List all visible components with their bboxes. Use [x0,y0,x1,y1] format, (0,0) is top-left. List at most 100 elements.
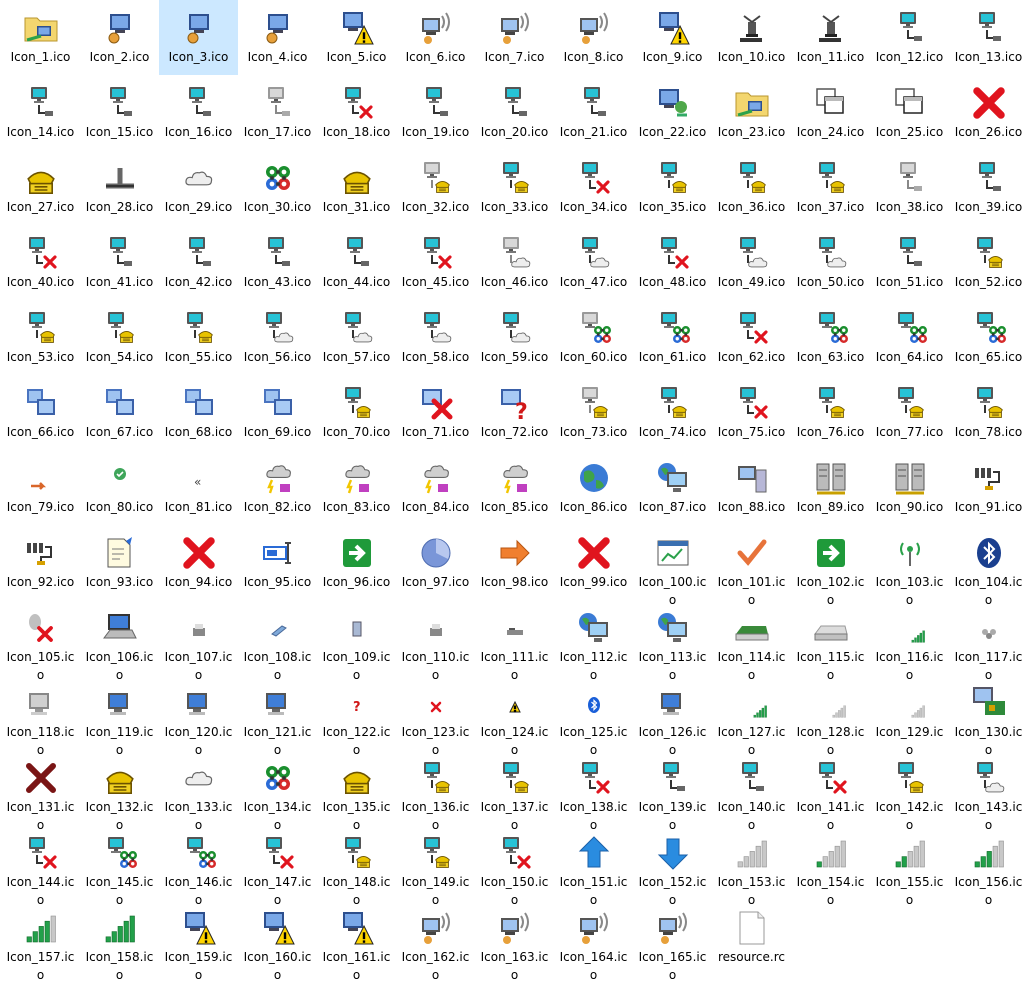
file-item[interactable]: Icon_27.ico [1,150,80,225]
file-item[interactable]: Icon_105.ico [1,600,80,682]
file-item[interactable]: Icon_114.ico [712,600,791,682]
file-item[interactable]: Icon_115.ico [791,600,870,682]
file-item[interactable]: Icon_118.ico [1,675,80,757]
file-item[interactable]: resource.rc [712,900,791,975]
file-item[interactable]: Icon_33.ico [475,150,554,225]
file-item[interactable]: Icon_157.ico [1,900,80,982]
file-item[interactable]: Icon_97.ico [396,525,475,600]
file-item[interactable]: Icon_67.ico [80,375,159,450]
file-item[interactable]: Icon_151.ico [554,825,633,907]
file-item[interactable]: Icon_133.ico [159,750,238,832]
file-item[interactable]: Icon_86.ico [554,450,633,525]
file-item[interactable]: Icon_161.ico [317,900,396,982]
file-item[interactable]: Icon_66.ico [1,375,80,450]
file-item[interactable]: Icon_75.ico [712,375,791,450]
file-item[interactable]: ? Icon_122.ico [317,675,396,757]
file-item[interactable]: Icon_103.ico [870,525,949,607]
file-item[interactable]: Icon_142.ico [870,750,949,832]
file-item[interactable]: Icon_71.ico [396,375,475,450]
file-item[interactable]: Icon_107.ico [159,600,238,682]
file-item[interactable]: Icon_55.ico [159,300,238,375]
file-item[interactable]: Icon_10.ico [712,0,791,75]
file-item[interactable]: Icon_117.ico [949,600,1026,682]
file-item[interactable]: Icon_111.ico [475,600,554,682]
file-item[interactable]: Icon_121.ico [238,675,317,757]
file-item[interactable]: Icon_139.ico [633,750,712,832]
file-item[interactable]: Icon_48.ico [633,225,712,300]
file-item[interactable]: Icon_43.ico [238,225,317,300]
file-item[interactable]: Icon_153.ico [712,825,791,907]
file-item[interactable]: Icon_138.ico [554,750,633,832]
file-item[interactable]: Icon_154.ico [791,825,870,907]
file-item[interactable]: Icon_108.ico [238,600,317,682]
file-item[interactable]: Icon_123.ico [396,675,475,757]
file-item[interactable]: Icon_82.ico [238,450,317,525]
file-item[interactable]: Icon_135.ico [317,750,396,832]
file-item[interactable]: Icon_95.ico [238,525,317,600]
file-item[interactable]: Icon_155.ico [870,825,949,907]
file-item[interactable]: Icon_88.ico [712,450,791,525]
file-item[interactable]: Icon_52.ico [949,225,1026,300]
file-item[interactable]: Icon_87.ico [633,450,712,525]
file-item[interactable]: Icon_150.ico [475,825,554,907]
file-item[interactable]: Icon_126.ico [633,675,712,757]
file-item[interactable]: Icon_164.ico [554,900,633,982]
file-item[interactable]: Icon_136.ico [396,750,475,832]
file-item[interactable]: Icon_141.ico [791,750,870,832]
file-item[interactable]: Icon_76.ico [791,375,870,450]
file-item[interactable]: Icon_101.ico [712,525,791,607]
file-item[interactable]: Icon_160.ico [238,900,317,982]
file-item[interactable]: Icon_35.ico [633,150,712,225]
file-item[interactable]: Icon_15.ico [80,75,159,150]
file-item[interactable]: Icon_23.ico [712,75,791,150]
file-item[interactable]: Icon_34.ico [554,150,633,225]
file-item[interactable]: Icon_18.ico [317,75,396,150]
file-item[interactable]: Icon_19.ico [396,75,475,150]
file-item[interactable]: Icon_6.ico [396,0,475,75]
file-item[interactable]: Icon_83.ico [317,450,396,525]
file-item[interactable]: Icon_4.ico [238,0,317,75]
file-item[interactable]: Icon_124.ico [475,675,554,757]
file-item[interactable]: Icon_119.ico [80,675,159,757]
file-item[interactable]: Icon_73.ico [554,375,633,450]
file-item[interactable]: Icon_14.ico [1,75,80,150]
file-item[interactable]: Icon_145.ico [80,825,159,907]
file-item[interactable]: Icon_149.ico [396,825,475,907]
file-item[interactable]: Icon_113.ico [633,600,712,682]
file-item[interactable]: Icon_85.ico [475,450,554,525]
file-item[interactable]: Icon_54.ico [80,300,159,375]
file-item[interactable]: Icon_112.ico [554,600,633,682]
file-item[interactable]: Icon_65.ico [949,300,1026,375]
file-item[interactable]: Icon_110.ico [396,600,475,682]
file-item[interactable]: Icon_37.ico [791,150,870,225]
file-item[interactable]: Icon_56.ico [238,300,317,375]
file-item[interactable]: Icon_163.ico [475,900,554,982]
file-item[interactable]: Icon_131.ico [1,750,80,832]
file-item[interactable]: Icon_47.ico [554,225,633,300]
file-item[interactable]: Icon_84.ico [396,450,475,525]
file-item[interactable]: Icon_3.ico [159,0,238,75]
file-item[interactable]: Icon_69.ico [238,375,317,450]
file-item[interactable]: Icon_7.ico [475,0,554,75]
file-item[interactable]: Icon_21.ico [554,75,633,150]
file-item[interactable]: Icon_130.ico [949,675,1026,757]
file-item[interactable]: Icon_16.ico [159,75,238,150]
file-item[interactable]: Icon_50.ico [791,225,870,300]
file-item[interactable]: Icon_42.ico [159,225,238,300]
file-item[interactable]: Icon_140.ico [712,750,791,832]
file-item[interactable]: Icon_100.ico [633,525,712,607]
file-item[interactable]: Icon_116.ico [870,600,949,682]
file-item[interactable]: Icon_98.ico [475,525,554,600]
file-item[interactable]: Icon_45.ico [396,225,475,300]
file-item[interactable]: Icon_5.ico [317,0,396,75]
file-item[interactable]: Icon_96.ico [317,525,396,600]
file-item[interactable]: Icon_106.ico [80,600,159,682]
file-item[interactable]: Icon_32.ico [396,150,475,225]
file-item[interactable]: Icon_128.ico [791,675,870,757]
file-item[interactable]: Icon_92.ico [1,525,80,600]
file-item[interactable]: Icon_39.ico [949,150,1026,225]
file-item[interactable]: Icon_57.ico [317,300,396,375]
file-item[interactable]: Icon_61.ico [633,300,712,375]
file-item[interactable]: Icon_147.ico [238,825,317,907]
file-item[interactable]: Icon_41.ico [80,225,159,300]
